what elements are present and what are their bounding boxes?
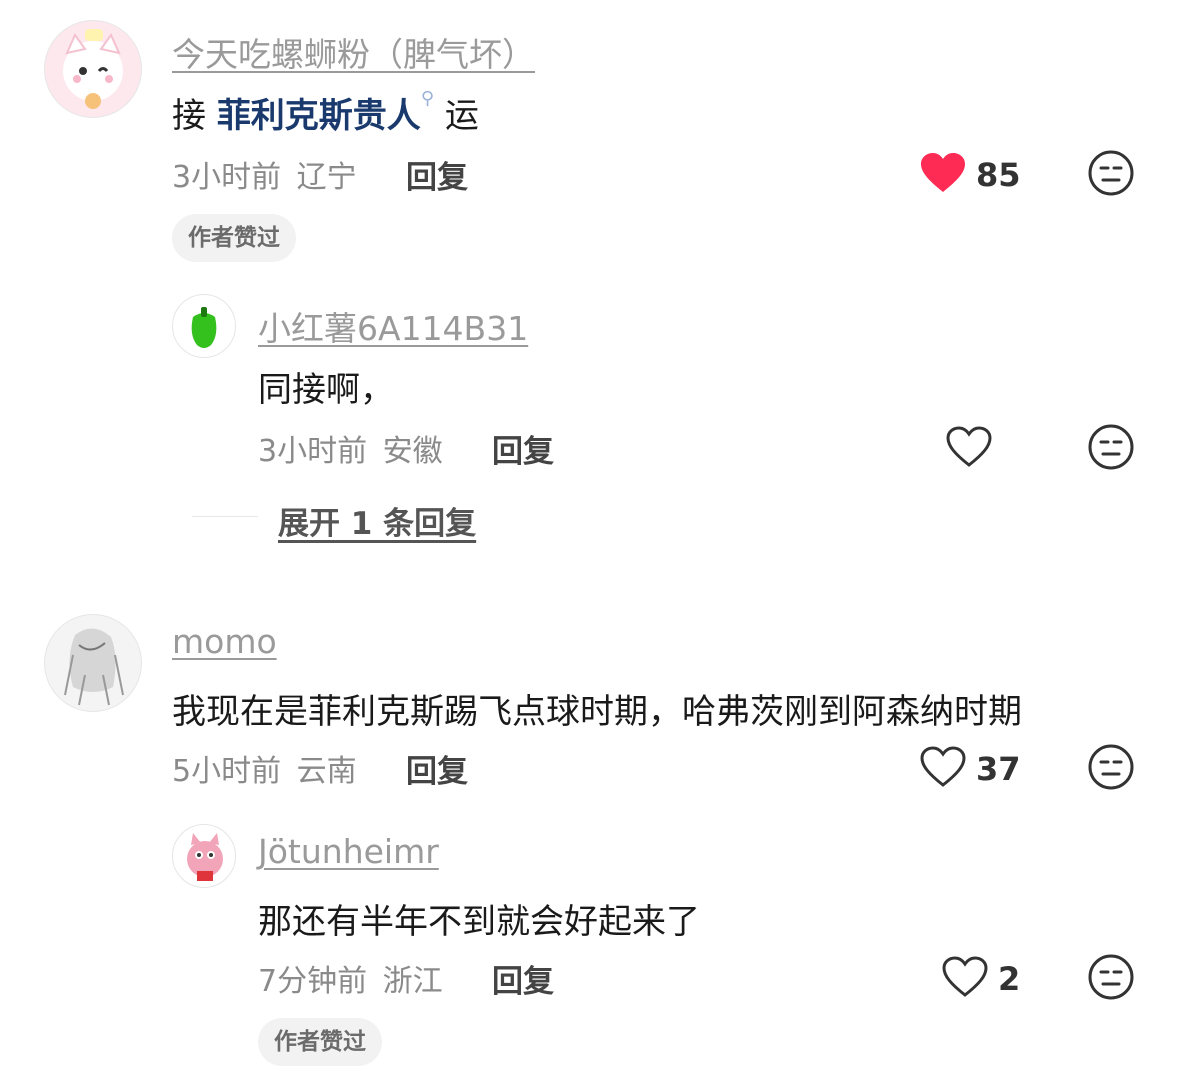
comment-location: 辽宁: [296, 160, 357, 195]
comment-location: 云南: [296, 754, 357, 789]
author-liked-badge: 作者赞过: [258, 1018, 382, 1066]
heart-filled-icon[interactable]: [920, 152, 966, 194]
heart-icon[interactable]: [942, 956, 988, 998]
author-liked-badge: 作者赞过: [172, 214, 296, 262]
heart-icon[interactable]: [946, 426, 992, 468]
avatar[interactable]: [44, 614, 142, 712]
comment-text-after: 运: [444, 96, 479, 136]
avatar[interactable]: [172, 824, 236, 888]
reply-meta: 3小时前 安徽: [258, 426, 443, 470]
reply-username[interactable]: 小红薯6A114B31: [258, 302, 528, 350]
reply-text: 那还有半年不到就会好起来了: [258, 902, 700, 942]
comment-text: 我现在是菲利克斯踢飞点球时期，哈弗茨刚到阿森纳时期: [172, 692, 1022, 732]
unamused-face-icon[interactable]: [1088, 150, 1134, 196]
avatar[interactable]: [172, 294, 236, 358]
comment-meta: 3小时前 辽宁: [172, 152, 357, 196]
like-count: 85: [976, 156, 1021, 194]
comment-meta: 5小时前 云南: [172, 746, 357, 790]
comment-text: 接 菲利克斯贵人⚲ 运: [172, 88, 479, 137]
like-count: 37: [976, 750, 1021, 788]
avatar[interactable]: [44, 20, 142, 118]
reply-location: 安徽: [382, 434, 443, 469]
unamused-face-icon[interactable]: [1088, 954, 1134, 1000]
unamused-face-icon[interactable]: [1088, 744, 1134, 790]
comment-username[interactable]: 今天吃螺蛳粉（脾气坏）: [172, 28, 535, 76]
reply-text: 同接啊，: [258, 370, 394, 410]
search-icon: ⚲: [420, 88, 434, 109]
reply-button[interactable]: 回复: [406, 746, 468, 791]
reply-time: 3小时前: [258, 434, 368, 469]
reply-meta: 7分钟前 浙江: [258, 956, 443, 1000]
like-count: 2: [998, 960, 1021, 998]
expand-divider: [192, 516, 258, 517]
pink-pig-avatar-icon: [187, 833, 223, 881]
comment-text-before: 接: [172, 96, 206, 136]
reply-location: 浙江: [382, 964, 443, 999]
comment-username[interactable]: momo: [172, 622, 277, 661]
reply-username[interactable]: Jötunheimr: [258, 832, 439, 871]
expand-replies-button[interactable]: 展开 1 条回复: [278, 498, 476, 543]
pepper-avatar-icon: [191, 307, 217, 348]
comment-time: 5小时前: [172, 754, 282, 789]
reply-button[interactable]: 回复: [492, 956, 554, 1001]
heart-icon[interactable]: [920, 746, 966, 788]
reply-button[interactable]: 回复: [492, 426, 554, 471]
comment-topic-link[interactable]: 菲利克斯贵人: [217, 96, 421, 136]
reply-button[interactable]: 回复: [406, 152, 468, 197]
comment-time: 3小时前: [172, 160, 282, 195]
unamused-face-icon[interactable]: [1088, 424, 1134, 470]
reply-time: 7分钟前: [258, 964, 368, 999]
sketch-girl-avatar-icon: [64, 628, 124, 706]
cat-avatar-icon: [63, 29, 123, 109]
